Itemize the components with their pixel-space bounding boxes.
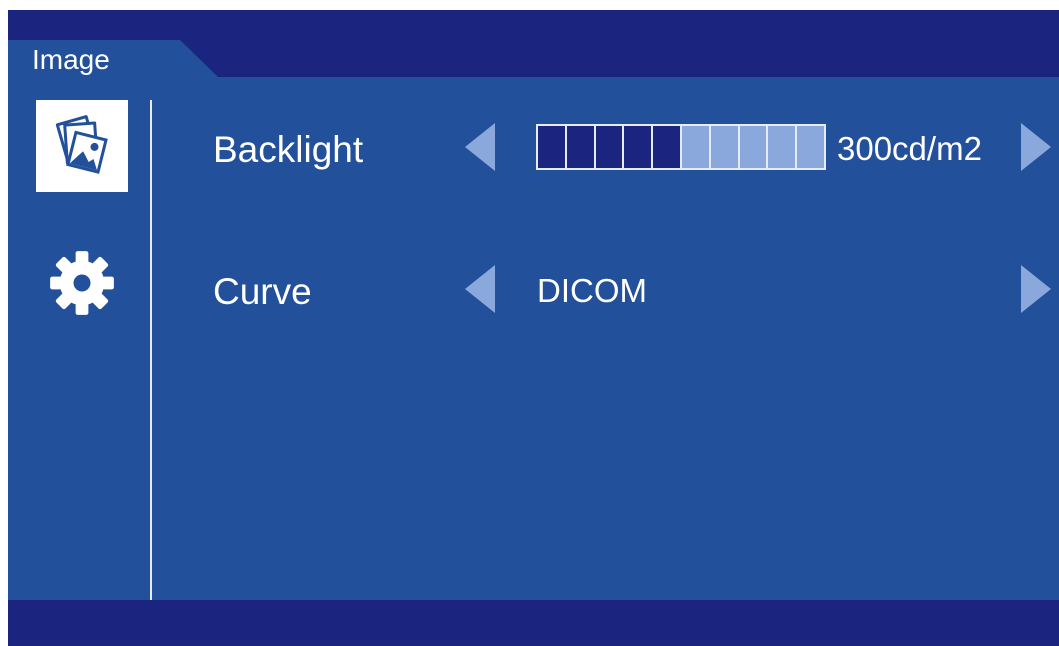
backlight-level-bar[interactable] xyxy=(536,124,826,170)
osd-menu: Image Backlight 300cd/m2 Curve DICOM xyxy=(8,10,1059,646)
backlight-bar-segment xyxy=(768,126,798,168)
gear-icon xyxy=(50,251,114,315)
sidebar-item-settings[interactable] xyxy=(36,237,128,329)
menu-panel: Backlight 300cd/m2 Curve DICOM xyxy=(8,77,1059,600)
osd-footer xyxy=(8,600,1059,646)
backlight-bar-segment xyxy=(681,126,711,168)
row-label-backlight: Backlight xyxy=(213,129,364,170)
backlight-bar-segment xyxy=(653,126,682,168)
tab-label: Image xyxy=(32,44,110,75)
backlight-value: 300cd/m2 xyxy=(837,130,982,167)
images-icon xyxy=(55,115,108,174)
backlight-left-arrow-icon[interactable] xyxy=(465,123,495,171)
curve-left-arrow-icon[interactable] xyxy=(465,265,495,313)
backlight-bar-segment xyxy=(797,126,824,168)
backlight-bar-segment xyxy=(538,126,567,168)
row-label-curve: Curve xyxy=(213,271,312,312)
backlight-bar-segment xyxy=(566,126,596,168)
tab-image[interactable]: Image xyxy=(8,40,218,77)
backlight-bar-segment xyxy=(624,126,654,168)
sidebar-item-image[interactable] xyxy=(36,100,128,192)
backlight-right-arrow-icon[interactable] xyxy=(1021,123,1051,171)
curve-value: DICOM xyxy=(537,272,647,309)
curve-right-arrow-icon[interactable] xyxy=(1021,265,1051,313)
backlight-bar-segment xyxy=(710,126,740,168)
sidebar-divider xyxy=(150,100,152,600)
backlight-bar-segment xyxy=(595,126,625,168)
backlight-bar-segment xyxy=(739,126,769,168)
